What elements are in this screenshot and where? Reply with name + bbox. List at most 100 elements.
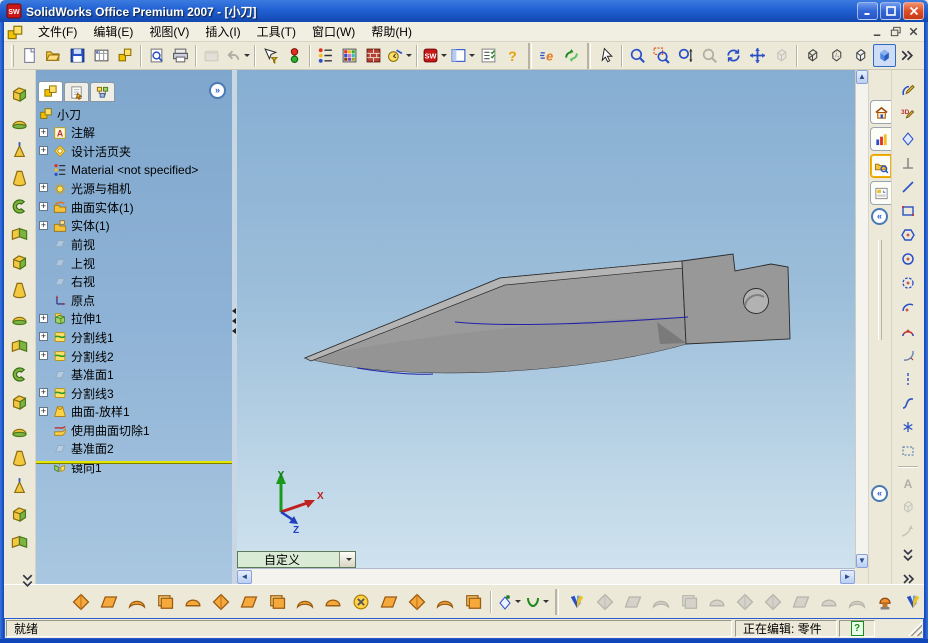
- graphics-viewport[interactable]: Y X Z 自定义: [237, 70, 855, 568]
- close-button[interactable]: [903, 2, 924, 20]
- zoom-to-area-button[interactable]: [650, 44, 673, 67]
- viewport-vertical-scrollbar[interactable]: ▲ ▼: [855, 70, 868, 568]
- tree-item[interactable]: Material <not specified>: [36, 161, 232, 180]
- tree-item[interactable]: 原点: [36, 291, 232, 310]
- task-pane-grip[interactable]: [878, 240, 882, 340]
- solidworks-office-dropdown-arrow[interactable]: [441, 54, 447, 57]
- 3-point-arc-button[interactable]: [896, 320, 920, 342]
- lofted-boss-button[interactable]: [7, 166, 33, 190]
- tree-item[interactable]: + 曲面实体(1): [36, 198, 232, 217]
- task-pane-collapse-button[interactable]: «: [871, 208, 888, 225]
- feature-manager-tab[interactable]: [38, 81, 63, 102]
- zoom-in-out-button[interactable]: [674, 44, 697, 67]
- scroll-right-button[interactable]: ►: [840, 569, 855, 584]
- task-pane-collapse-button-2[interactable]: «: [871, 485, 888, 502]
- tangent-arc-button[interactable]: [896, 344, 920, 366]
- curves-button[interactable]: [524, 589, 550, 615]
- expand-toggle[interactable]: +: [39, 127, 48, 137]
- lofted-cut-button[interactable]: [7, 278, 33, 302]
- property-manager-tab[interactable]: [64, 82, 89, 102]
- menu-edit[interactable]: 编辑(E): [85, 21, 141, 42]
- expand-toggle[interactable]: +: [39, 406, 48, 416]
- expand-toggle[interactable]: +: [39, 220, 48, 230]
- rib-button[interactable]: [7, 362, 33, 386]
- tree-item[interactable]: + 分割线1: [36, 328, 232, 347]
- edit-texture-button[interactable]: [362, 44, 385, 67]
- tree-item[interactable]: + 设计活页夹: [36, 142, 232, 161]
- minimize-button[interactable]: [857, 2, 878, 20]
- child-close-button[interactable]: [905, 24, 922, 39]
- polygon-button[interactable]: [896, 224, 920, 246]
- expand-toggle[interactable]: +: [39, 146, 48, 156]
- child-restore-button[interactable]: [887, 24, 904, 39]
- hidden-lines-removed-button[interactable]: [849, 44, 872, 67]
- open-button[interactable]: [42, 44, 65, 67]
- shell-button[interactable]: [7, 418, 33, 442]
- filled-surface-button[interactable]: [460, 589, 486, 615]
- add-relation-button[interactable]: [896, 152, 920, 174]
- extend-surface-button[interactable]: [292, 589, 318, 615]
- revolved-cut-button[interactable]: [7, 222, 33, 246]
- reference-geometry-button[interactable]: [496, 589, 522, 615]
- menu-file[interactable]: 文件(F): [30, 21, 85, 42]
- quick-tips-icon[interactable]: ?: [850, 621, 864, 636]
- point-button[interactable]: [896, 416, 920, 438]
- curves-dropdown-arrow[interactable]: [543, 600, 549, 603]
- 3d-sketch-button[interactable]: 3D: [896, 104, 920, 126]
- lofted-surface-button[interactable]: [152, 589, 178, 615]
- animator-button[interactable]: [560, 44, 583, 67]
- menu-view[interactable]: 视图(V): [141, 21, 197, 42]
- pan-button[interactable]: [746, 44, 769, 67]
- expand-toggle[interactable]: +: [39, 201, 48, 211]
- view-palette-tab[interactable]: [870, 181, 891, 205]
- modify-sketch-button[interactable]: [896, 128, 920, 150]
- rollback-bar[interactable]: [36, 461, 232, 464]
- tree-item[interactable]: 使用曲面切除1: [36, 421, 232, 440]
- tree-root-item[interactable]: 小刀: [36, 105, 232, 124]
- options-button[interactable]: [477, 44, 500, 67]
- solidworks-resources-tab[interactable]: [870, 100, 891, 124]
- combo-dropdown-button[interactable]: [339, 552, 355, 567]
- extruded-boss-button[interactable]: [7, 82, 33, 106]
- menu-window[interactable]: 窗口(W): [304, 21, 363, 42]
- radiate-surface-button[interactable]: [208, 589, 234, 615]
- extruded-surface-button[interactable]: [68, 589, 94, 615]
- measure-dropdown-arrow[interactable]: [406, 54, 412, 57]
- panel-expand-button[interactable]: »: [209, 82, 226, 99]
- design-library-tab[interactable]: [870, 127, 891, 151]
- task-pane-toggle-dropdown-arrow[interactable]: [469, 54, 475, 57]
- task-pane-toggle-button[interactable]: [449, 44, 476, 67]
- hole-wizard-button[interactable]: [7, 474, 33, 498]
- view-orientation-combo[interactable]: 自定义: [237, 551, 356, 568]
- edit-material-button[interactable]: [314, 44, 337, 67]
- help-button[interactable]: ?: [501, 44, 524, 67]
- print-preview-button[interactable]: [145, 44, 168, 67]
- chamfer-button[interactable]: [7, 334, 33, 358]
- expand-toggle[interactable]: +: [39, 350, 48, 360]
- tree-item[interactable]: + A 注解: [36, 124, 232, 143]
- scroll-left-button[interactable]: ◄: [237, 569, 252, 584]
- centerpoint-arc-button[interactable]: [896, 296, 920, 318]
- shaded-button[interactable]: [873, 44, 896, 67]
- swept-surface-button[interactable]: [124, 589, 150, 615]
- undo-dropdown-arrow[interactable]: [244, 54, 250, 57]
- tree-item[interactable]: 基准面2: [36, 440, 232, 459]
- tree-item[interactable]: + 拉伸1: [36, 310, 232, 329]
- circular-pattern-button[interactable]: [7, 530, 33, 554]
- wireframe-button[interactable]: [801, 44, 824, 67]
- file-explorer-tab[interactable]: [870, 154, 891, 178]
- sheet-metal-button[interactable]: [564, 589, 590, 615]
- mid-surface-button[interactable]: [404, 589, 430, 615]
- dome-button[interactable]: [7, 446, 33, 470]
- tree-item[interactable]: + 实体(1): [36, 217, 232, 236]
- tree-item[interactable]: + 曲面-放样1: [36, 403, 232, 422]
- toolbar-overflow-down-button[interactable]: [896, 544, 920, 566]
- fillet-button[interactable]: [7, 306, 33, 330]
- spline-button[interactable]: [896, 392, 920, 414]
- filter-traffic-light-button[interactable]: [283, 44, 306, 67]
- zoom-to-fit-button[interactable]: [626, 44, 649, 67]
- reference-geometry-dropdown-arrow[interactable]: [515, 600, 521, 603]
- features-toolbar-overflow-button[interactable]: [18, 569, 37, 592]
- knit-surface-button[interactable]: [264, 589, 290, 615]
- trim-surface-button[interactable]: [320, 589, 346, 615]
